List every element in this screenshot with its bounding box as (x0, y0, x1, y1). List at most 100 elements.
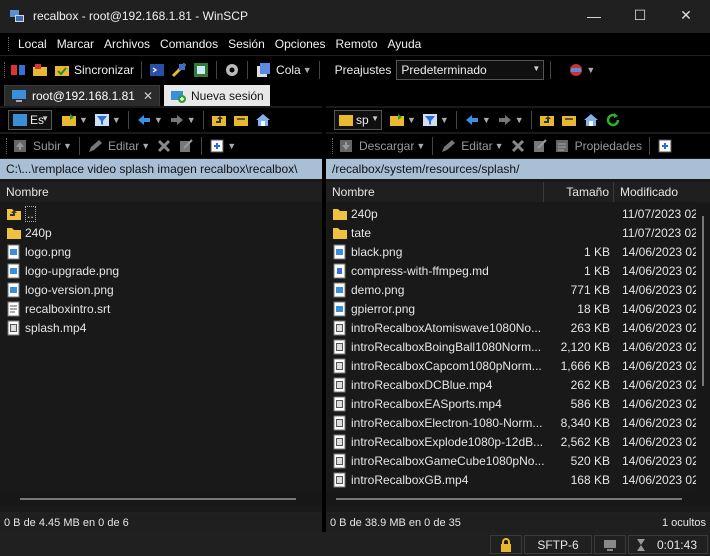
synchronize-button[interactable]: Sincronizar (51, 59, 137, 81)
local-edit-button[interactable]: Editar ▼ (84, 135, 153, 157)
remote-dir-select[interactable]: sp ▼ (334, 110, 382, 130)
menu-opciones[interactable]: Opciones (270, 33, 331, 55)
table-row[interactable]: demo.png 771 KB 14/06/2023 02 (326, 280, 710, 299)
queue-button[interactable]: Cola ▼ (252, 59, 315, 81)
transfer-settings-button[interactable]: ▼ (565, 59, 598, 81)
table-row[interactable]: introRecalboxElectron-1080-Norm... 8,340 … (326, 413, 710, 432)
tab-session[interactable]: root@192.168.1.81 ✕ (4, 85, 160, 106)
menu-remoto[interactable]: Remoto (330, 33, 382, 55)
tab-new-session[interactable]: Nueva sesión (164, 85, 270, 106)
remote-edit-button[interactable]: Editar ▼ (437, 135, 506, 157)
remote-open-dir-button[interactable]: ▼ (386, 109, 419, 131)
refresh-button[interactable] (602, 109, 624, 131)
close-button[interactable]: ✕ (663, 0, 709, 31)
file-size: 2,120 KB (560, 339, 610, 354)
preset-select[interactable]: Predeterminado ▼ (396, 60, 545, 80)
local-address-toolbar: Es ▼ ▼ ▼ ▼ ▼ (0, 108, 322, 132)
table-row[interactable]: 240p 11/07/2023 02 (326, 204, 710, 223)
local-properties-button[interactable] (175, 135, 197, 157)
remote-root-dir-button[interactable] (558, 109, 580, 131)
table-row[interactable]: compress-with-ffmpeg.md 1 KB 14/06/2023 02 (326, 261, 710, 280)
remote-home-button[interactable] (580, 109, 602, 131)
remote-delete-button[interactable] (507, 135, 529, 157)
presets-label: Preajustes (334, 63, 392, 77)
local-new-button[interactable]: ▼ (206, 135, 239, 157)
local-root-dir-button[interactable] (230, 109, 252, 131)
download-button[interactable]: Descargar ▼ (335, 135, 428, 157)
file-modified: 14/06/2023 02 (622, 415, 696, 430)
list-item[interactable]: splash.mp4 (0, 318, 322, 337)
terminal-button[interactable] (146, 59, 168, 81)
pencil-icon (87, 138, 103, 154)
local-filter-button[interactable]: ▼ (91, 109, 124, 131)
menu-archivos[interactable]: Archivos (99, 33, 155, 55)
menu-comandos[interactable]: Comandos (155, 33, 223, 55)
remote-col-size[interactable]: Tamaño (544, 182, 614, 202)
table-row[interactable]: introRecalboxGB.mp4 168 KB 14/06/2023 02 (326, 470, 710, 489)
preferences-button[interactable] (221, 59, 243, 81)
menu-ayuda[interactable]: Ayuda (383, 33, 427, 55)
hidden-files-count[interactable]: 1 ocultos (662, 514, 706, 532)
table-row[interactable]: introRecalboxEASports.mp4 586 KB 14/06/202… (326, 394, 710, 413)
local-col-name[interactable]: Nombre (0, 182, 322, 202)
menu-grip (8, 37, 11, 51)
remote-horizontal-scrollbar[interactable] (326, 492, 710, 506)
list-item[interactable]: logo-upgrade.png (0, 261, 322, 280)
remote-forward-button[interactable]: ▼ (494, 109, 527, 131)
local-parent-dir-button[interactable] (208, 109, 230, 131)
local-open-dir-button[interactable]: ▼ (58, 109, 91, 131)
scroll-thumb[interactable] (702, 216, 704, 386)
remote-properties-button[interactable]: Propiedades (551, 135, 645, 157)
remote-vertical-scrollbar[interactable] (696, 204, 710, 492)
open-folder-icon (61, 112, 77, 128)
list-item[interactable]: .. (0, 204, 322, 223)
remote-filter-button[interactable]: ▼ (419, 109, 452, 131)
remote-rename-button[interactable] (529, 135, 551, 157)
table-row[interactable]: introRecalboxCapcom1080pNorm... 1,666 KB 1… (326, 356, 710, 375)
remote-col-name[interactable]: Nombre (326, 182, 544, 202)
sync-browse-button[interactable] (29, 59, 51, 81)
scroll-thumb[interactable] (336, 498, 682, 500)
table-row[interactable]: tate 11/07/2023 02 (326, 223, 710, 242)
find-files-button[interactable] (190, 59, 212, 81)
remote-col-modified[interactable]: Modificado (614, 182, 710, 202)
list-item[interactable]: recalboxintro.srt (0, 299, 322, 318)
close-tab-icon[interactable]: ✕ (143, 89, 153, 103)
minimize-button[interactable]: — (571, 0, 617, 31)
toolbar-separator (127, 111, 129, 129)
scroll-thumb[interactable] (20, 498, 296, 500)
list-item[interactable]: 240p (0, 223, 322, 242)
menu-marcar[interactable]: Marcar (52, 33, 99, 55)
local-edit-label: Editar (107, 139, 140, 153)
file-name: splash.mp4 (0, 320, 322, 336)
list-item[interactable]: logo.png (0, 242, 322, 261)
table-row[interactable]: introRecalboxBoingBall1080Norm... 2,120 K… (326, 337, 710, 356)
table-row[interactable]: gpierror.png 18 KB 14/06/2023 02 (326, 299, 710, 318)
compare-dirs-button[interactable] (7, 59, 29, 81)
remote-back-button[interactable]: ▼ (461, 109, 494, 131)
table-row[interactable]: introRecalboxDCBlue.mp4 262 KB 14/06/2023 … (326, 375, 710, 394)
queue-icon (255, 62, 271, 78)
table-row[interactable]: black.png 1 KB 14/06/2023 02 (326, 242, 710, 261)
local-delete-button[interactable] (153, 135, 175, 157)
table-row[interactable]: introRecalboxAtomiswave1080No... 263 KB 14… (326, 318, 710, 337)
local-home-button[interactable] (252, 109, 274, 131)
remote-path-bar[interactable]: /recalbox/system/resources/splash/ (326, 159, 710, 179)
local-forward-button[interactable]: ▼ (166, 109, 199, 131)
upload-button[interactable]: Subir ▼ (9, 135, 75, 157)
file-name: introRecalboxElectron-1080-Norm... (326, 415, 544, 431)
menu-sesion[interactable]: Sesión (223, 33, 270, 55)
local-back-button[interactable]: ▼ (133, 109, 166, 131)
table-row[interactable]: introRecalboxExplode1080p-12dB... 2,562 K… (326, 432, 710, 451)
list-item[interactable]: logo-version.png (0, 280, 322, 299)
file-modified: 14/06/2023 02 (622, 396, 696, 411)
local-drive-select[interactable]: Es ▼ (8, 110, 52, 130)
table-row[interactable]: introRecalboxGameCube1080pNo... 520 KB 14/… (326, 451, 710, 470)
local-horizontal-scrollbar[interactable] (0, 492, 322, 506)
remote-parent-dir-button[interactable] (536, 109, 558, 131)
maximize-button[interactable]: ☐ (617, 0, 663, 31)
local-path-bar[interactable]: C:\...\remplace video splash imagen reca… (0, 159, 322, 179)
putty-button[interactable] (168, 59, 190, 81)
menu-local[interactable]: Local (13, 33, 52, 55)
remote-new-button[interactable] (654, 135, 676, 157)
